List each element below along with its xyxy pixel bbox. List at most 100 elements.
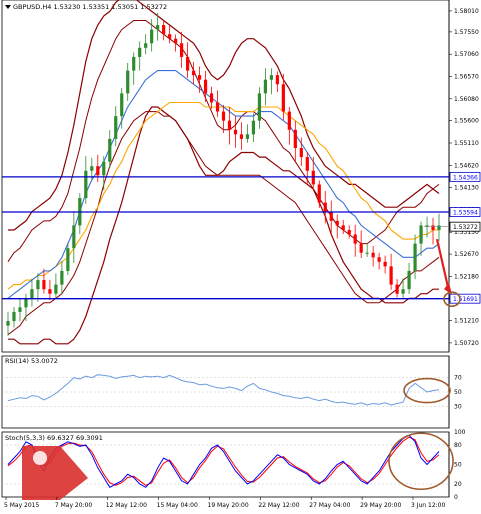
rsi-tick-label: 70 [454,375,462,382]
candle-body [365,252,369,254]
price-tick-label: 1.51210 [454,318,479,325]
price-tick-label: 1.56570 [454,74,479,81]
candle-body [431,225,435,230]
candle-body [335,220,339,226]
candle-body [371,252,375,258]
candle-body [179,43,184,57]
date-tick-label: 22 May 12:00 [258,502,299,509]
candle-body [305,157,309,171]
stochastic-panel: Stoch(5,3,3) 69.6327 69.3091 100 80 50 20 0 [1,429,466,501]
price-tick-label: 1.57060 [454,51,479,58]
date-tick-label: 19 May 20:00 [208,502,249,509]
candle-body [102,161,106,176]
candle-body [281,84,285,112]
candle-body [156,25,160,30]
candle-body [425,225,429,227]
candle-body [48,289,52,294]
candle-body [54,284,58,294]
candle-body [185,56,190,71]
candle-body [168,34,172,39]
stoch-tick-label: 80 [454,442,462,449]
candle-body [293,129,297,148]
candle-body [341,225,345,230]
candle-body [18,307,22,312]
candle-body [114,116,118,139]
forex-chart: 1.58010 1.57550 1.57060 1.56570 1.56080 1.556… [0,0,481,510]
date-tick-label: 7 May 20:00 [55,502,93,509]
date-tick-label: 12 May 12:00 [106,502,147,509]
level-price-label: 1.51691 [453,296,478,303]
candle-body [197,75,202,80]
candle-body [96,166,100,176]
candle-body [245,134,250,139]
date-tick-label: 15 May 04:00 [157,502,198,509]
price-panel-header: GBPUSD,H4 1.53230 1.53351 1.53051 1.5327… [13,3,167,11]
candle-body [311,170,315,185]
candle-body [287,111,291,130]
main-price-panel: 1.58010 1.57550 1.57060 1.56570 1.56080 1.556… [1,0,481,353]
candle-body [150,29,154,44]
candle-body [174,38,178,44]
candle-body [413,243,417,271]
candle-body [329,211,333,221]
candle-body [323,202,327,212]
candle-body [126,70,130,94]
date-tick-label: 29 May 20:00 [360,502,401,509]
candle-body [138,47,142,57]
candle-body [72,225,76,249]
candle-body [221,111,226,121]
price-tick-label: 1.54130 [454,185,479,192]
candle-body [203,79,208,94]
rsi-header: RSI(14) 53.0072 [5,357,58,365]
candle-body [275,75,279,85]
candle-body [269,75,273,80]
candle-body [251,120,256,135]
candle-body [12,311,16,322]
stoch-tick-label: 0 [454,494,458,501]
stoch-tick-label: 100 [454,429,466,436]
price-tick-label: 1.55600 [454,118,479,125]
candle-body [419,225,423,244]
candle-body [162,25,166,35]
chart-svg: 1.58010 1.57550 1.57060 1.56570 1.56080 1.556… [1,0,481,509]
candle-body [353,234,357,244]
price-tick-label: 1.52670 [454,251,479,258]
candle-body [36,280,40,290]
candle-body [299,147,303,158]
candle-body [84,170,88,199]
price-tick-label: 1.52180 [454,273,479,280]
candle-body [437,225,441,230]
price-tick-label: 1.54620 [454,162,479,169]
candle-body [144,43,148,48]
rsi-tick-label: 50 [454,389,462,396]
candle-body [401,289,405,294]
candle-body [42,280,46,290]
candle-body [239,134,244,139]
level-price-label: 1.53594 [453,210,478,217]
candle-body [263,79,268,94]
candle-body [377,257,381,262]
candle-body [6,321,10,326]
stoch-tick-label: 20 [454,481,462,488]
candle-body [389,266,393,285]
candle-body [209,93,214,103]
rsi-frame [1,355,450,429]
candle-body [227,120,232,130]
candle-body [317,184,321,203]
candle-body [347,229,351,235]
date-tick-label: 27 May 04:00 [309,502,350,509]
candle-body [395,284,399,294]
current-price-label: 1.53272 [453,224,478,231]
date-tick-label: 5 May 2015 [4,502,39,509]
stoch-header: Stoch(5,3,3) 69.6327 69.3091 [5,434,103,442]
rsi-tick-label: 30 [454,403,462,410]
stoch-tick-label: 50 [454,462,462,469]
candle-body [383,261,387,267]
logo-circle [33,451,47,465]
candle-body [257,93,262,121]
candle-body [359,243,363,253]
level-price-label: 1.54366 [453,174,478,181]
price-tick-label: 1.57550 [454,29,479,36]
date-tick-label: 3 Jun 12:00 [411,502,445,509]
candle-body [60,270,64,285]
